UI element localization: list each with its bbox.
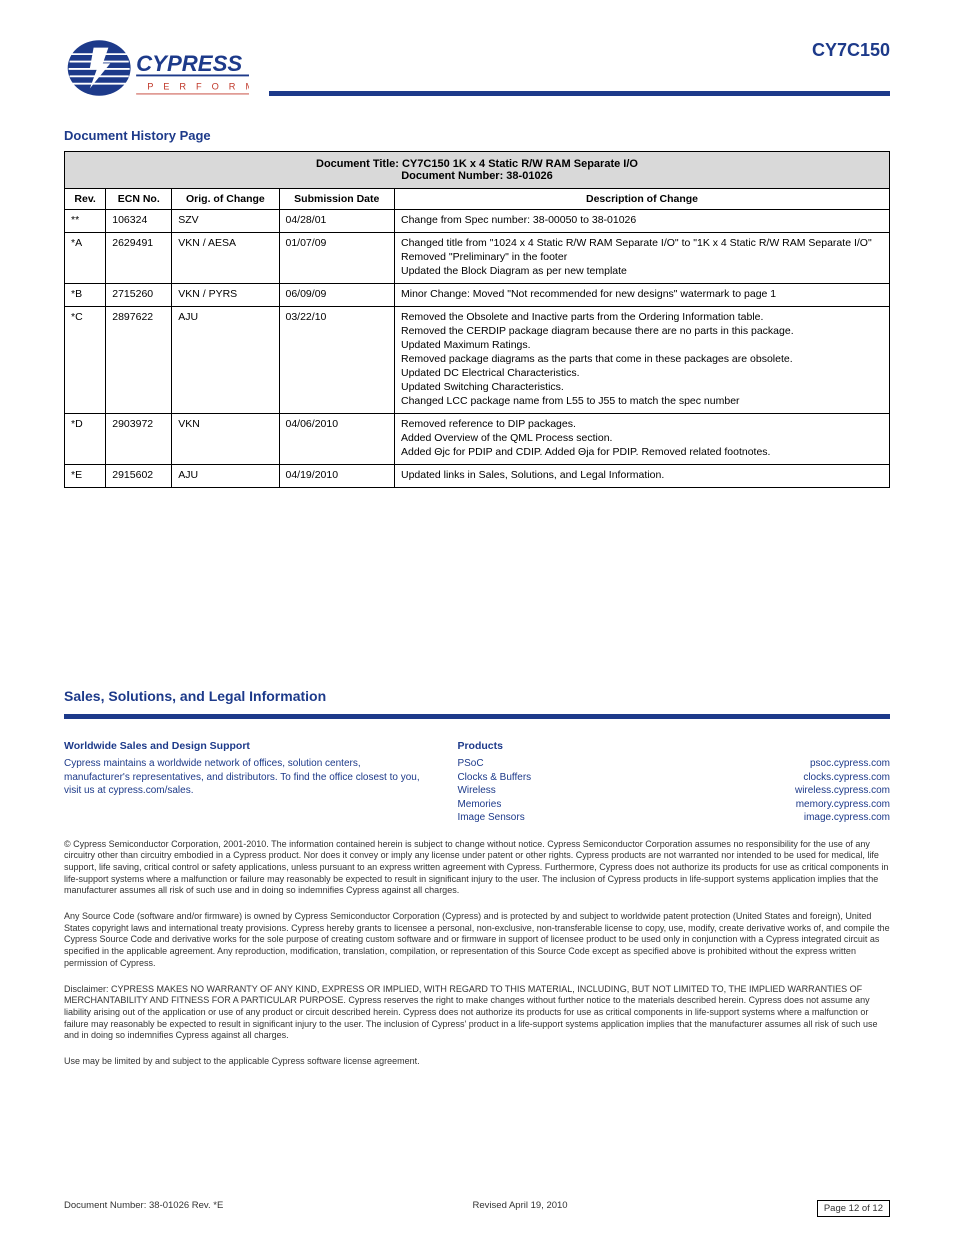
product-code: CY7C150	[812, 40, 890, 61]
cell-oc: SZV	[172, 210, 279, 233]
table-row: *B2715260VKN / PYRS06/09/09Minor Change:…	[65, 284, 890, 307]
products-head: Products	[457, 739, 890, 753]
svg-text:CYPRESS: CYPRESS	[136, 51, 242, 76]
product-name: Image Sensors	[457, 811, 524, 825]
cell-rev: *A	[65, 233, 106, 284]
cell-desc: Removed reference to DIP packages.Added …	[395, 414, 890, 465]
th-desc: Description of Change	[395, 189, 890, 210]
table-row: *E2915602AJU04/19/2010Updated links in S…	[65, 465, 890, 488]
product-row: PSoC psoc.cypress.com	[457, 757, 890, 771]
product-name: Wireless	[457, 784, 495, 798]
th-date: Submission Date	[279, 189, 395, 210]
th-rev: Rev.	[65, 189, 106, 210]
svg-text:P E R F O R M: P E R F O R M	[147, 81, 249, 91]
ww-sales-text: Cypress maintains a worldwide network of…	[64, 757, 427, 798]
cell-ecn: 2629491	[106, 233, 172, 284]
cell-date: 06/09/09	[279, 284, 395, 307]
cell-rev: *D	[65, 414, 106, 465]
cypress-logo: CYPRESS P E R F O R M	[64, 30, 249, 106]
product-link[interactable]: wireless.cypress.com	[795, 784, 890, 798]
table-row: *A2629491VKN / AESA01/07/09Changed title…	[65, 233, 890, 284]
cell-ecn: 2715260	[106, 284, 172, 307]
cell-desc: Changed title from "1024 x 4 Static R/W …	[395, 233, 890, 284]
cell-oc: VKN / PYRS	[172, 284, 279, 307]
cell-desc: Change from Spec number: 38-00050 to 38-…	[395, 210, 890, 233]
th-oc: Orig. of Change	[172, 189, 279, 210]
product-name: Memories	[457, 798, 501, 812]
table-row: *D2903972VKN04/06/2010Removed reference …	[65, 414, 890, 465]
table-row: **106324SZV04/28/01Change from Spec numb…	[65, 210, 890, 233]
product-link[interactable]: psoc.cypress.com	[810, 757, 890, 771]
table-title-cell: Document Title: CY7C150 1K x 4 Static R/…	[65, 152, 890, 189]
table-title: Document Title: CY7C150 1K x 4 Static R/…	[69, 158, 885, 170]
cell-ecn: 106324	[106, 210, 172, 233]
product-name: PSoC	[457, 757, 483, 771]
header-rule	[269, 91, 890, 96]
footer-page: Page 12 of 12	[817, 1200, 890, 1217]
cell-oc: AJU	[172, 307, 279, 414]
cell-ecn: 2903972	[106, 414, 172, 465]
source-code-notice: Any Source Code (software and/or firmwar…	[64, 911, 890, 969]
cell-ecn: 2897622	[106, 307, 172, 414]
cell-desc: Minor Change: Moved "Not recommended for…	[395, 284, 890, 307]
cell-desc: Updated links in Sales, Solutions, and L…	[395, 465, 890, 488]
sales-rule	[64, 714, 890, 719]
product-link[interactable]: memory.cypress.com	[796, 798, 890, 812]
cell-rev: *B	[65, 284, 106, 307]
cell-rev: **	[65, 210, 106, 233]
ww-sales-head: Worldwide Sales and Design Support	[64, 739, 427, 753]
cell-oc: AJU	[172, 465, 279, 488]
revision-table: Document Title: CY7C150 1K x 4 Static R/…	[64, 151, 890, 488]
product-row: Clocks & Buffers clocks.cypress.com	[457, 771, 890, 785]
th-ecn: ECN No.	[106, 189, 172, 210]
sales-title: Sales, Solutions, and Legal Information	[64, 688, 890, 704]
cell-rev: *E	[65, 465, 106, 488]
footer: Document Number: 38-01026 Rev. *E Revise…	[64, 1200, 890, 1217]
product-row: Wireless wireless.cypress.com	[457, 784, 890, 798]
cell-date: 01/07/09	[279, 233, 395, 284]
cell-ecn: 2915602	[106, 465, 172, 488]
table-row: *C2897622AJU03/22/10Removed the Obsolete…	[65, 307, 890, 414]
cell-oc: VKN / AESA	[172, 233, 279, 284]
footer-docno: Document Number: 38-01026 Rev. *E	[64, 1200, 223, 1217]
header: CYPRESS P E R F O R M	[64, 30, 890, 106]
product-row: Memories memory.cypress.com	[457, 798, 890, 812]
section-title: Document History Page	[64, 128, 890, 143]
table-docno: Document Number: 38-01026	[69, 170, 885, 182]
cell-date: 03/22/10	[279, 307, 395, 414]
copyright: © Cypress Semiconductor Corporation, 200…	[64, 839, 890, 897]
cell-rev: *C	[65, 307, 106, 414]
cell-date: 04/06/2010	[279, 414, 395, 465]
cell-date: 04/28/01	[279, 210, 395, 233]
cell-oc: VKN	[172, 414, 279, 465]
product-link[interactable]: image.cypress.com	[804, 811, 890, 825]
cell-date: 04/19/2010	[279, 465, 395, 488]
disclaimer: Disclaimer: CYPRESS MAKES NO WARRANTY OF…	[64, 984, 890, 1042]
product-name: Clocks & Buffers	[457, 771, 531, 785]
footer-revised: Revised April 19, 2010	[473, 1200, 568, 1217]
cell-desc: Removed the Obsolete and Inactive parts …	[395, 307, 890, 414]
product-link[interactable]: clocks.cypress.com	[803, 771, 890, 785]
product-row: Image Sensors image.cypress.com	[457, 811, 890, 825]
use-agreement: Use may be limited by and subject to the…	[64, 1056, 890, 1068]
